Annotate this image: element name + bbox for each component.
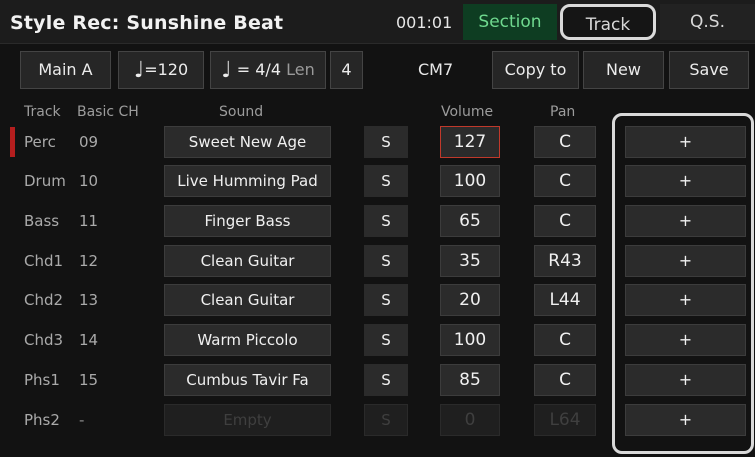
track-name: Chd1 [24, 252, 64, 270]
sound-button[interactable]: Finger Bass [164, 205, 331, 237]
solo-button[interactable]: S [364, 364, 408, 396]
volume-field[interactable]: 65 [440, 205, 500, 237]
volume-field[interactable]: 100 [440, 165, 500, 197]
sound-button-empty[interactable]: Empty [164, 404, 331, 436]
pan-field[interactable]: C [534, 364, 596, 396]
track-channel: 10 [79, 172, 99, 190]
pan-field[interactable]: C [534, 324, 596, 356]
pan-field-disabled: L64 [534, 404, 596, 436]
tab-qs[interactable]: Q.S. [660, 4, 755, 40]
len-label: Len [286, 60, 315, 79]
tempo-value: =120 [144, 60, 189, 79]
col-pan-header: Pan [550, 104, 576, 120]
col-track-header: Track [24, 104, 61, 120]
save-button[interactable]: Save [669, 51, 749, 89]
beat-value: = 4/4 [236, 60, 281, 79]
volume-field[interactable]: 20 [440, 284, 500, 316]
tab-section[interactable]: Section [463, 4, 557, 40]
solo-button[interactable]: S [364, 245, 408, 277]
new-button[interactable]: New [583, 51, 664, 89]
pan-field[interactable]: C [534, 205, 596, 237]
page-title: Style Rec: Sunshine Beat [10, 12, 284, 34]
col-basic-ch-header: Basic CH [77, 104, 139, 120]
volume-field[interactable]: 35 [440, 245, 500, 277]
solo-button[interactable]: S [364, 165, 408, 197]
track-name: Drum [24, 172, 66, 190]
sound-button[interactable]: Warm Piccolo [164, 324, 331, 356]
tempo-button[interactable]: ♩=120 [118, 51, 204, 89]
volume-field[interactable]: 85 [440, 364, 500, 396]
track-channel: 11 [79, 212, 99, 230]
track-name: Phs2 [24, 411, 60, 429]
col-volume-header: Volume [441, 104, 494, 120]
sound-button[interactable]: Sweet New Age [164, 126, 331, 158]
pan-field[interactable]: C [534, 165, 596, 197]
track-name: Chd3 [24, 331, 64, 349]
sound-button[interactable]: Clean Guitar [164, 245, 331, 277]
sound-button[interactable]: Live Humming Pad [164, 165, 331, 197]
solo-button[interactable]: S [364, 324, 408, 356]
track-channel: 13 [79, 291, 99, 309]
selected-row-indicator [10, 127, 15, 157]
quarter-note-icon: ♩ [221, 58, 232, 83]
pan-field[interactable]: C [534, 126, 596, 158]
track-name: Chd2 [24, 291, 64, 309]
track-name: Perc [24, 133, 56, 151]
solo-button[interactable]: S [364, 205, 408, 237]
track-channel: 09 [79, 133, 99, 151]
time-position: 001:01 [396, 13, 453, 32]
quarter-note-icon: ♩ [133, 58, 145, 83]
track-channel: 15 [79, 371, 99, 389]
volume-field[interactable]: 100 [440, 324, 500, 356]
volume-field-disabled: 0 [440, 404, 500, 436]
track-channel: 14 [79, 331, 99, 349]
track-channel: 12 [79, 252, 99, 270]
sound-button[interactable]: Clean Guitar [164, 284, 331, 316]
pan-field[interactable]: R43 [534, 245, 596, 277]
volume-field[interactable]: 127 [440, 126, 500, 158]
pan-field[interactable]: L44 [534, 284, 596, 316]
solo-button[interactable]: S [364, 126, 408, 158]
beat-len-button[interactable]: ♩ = 4/4 Len [210, 51, 326, 89]
track-name: Bass [24, 212, 60, 230]
track-channel: - [79, 411, 85, 429]
sound-button[interactable]: Cumbus Tavir Fa [164, 364, 331, 396]
col-sound-header: Sound [219, 104, 264, 120]
solo-button[interactable]: S [364, 284, 408, 316]
main-variation-button[interactable]: Main A [20, 51, 111, 89]
chord-display: CM7 [418, 60, 454, 79]
len-value-field[interactable]: 4 [330, 51, 363, 89]
solo-button-disabled: S [364, 404, 408, 436]
add-column-highlight [612, 113, 754, 454]
track-name: Phs1 [24, 371, 60, 389]
copy-to-button[interactable]: Copy to [492, 51, 579, 89]
tab-track[interactable]: Track [560, 4, 656, 40]
